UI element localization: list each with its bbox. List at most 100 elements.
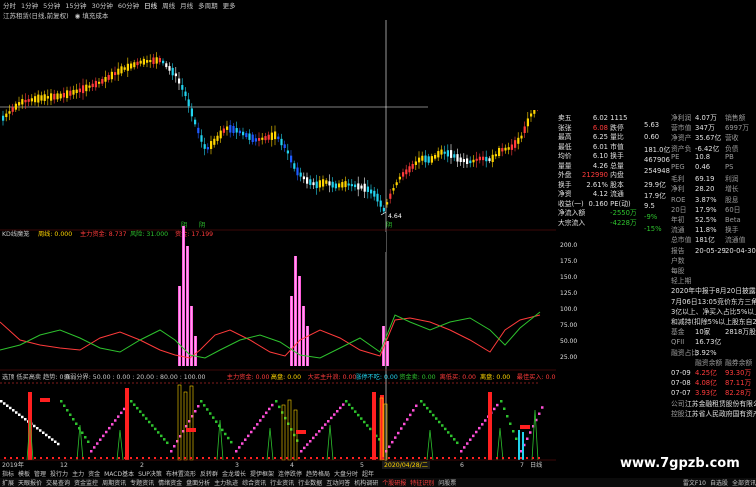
- x-tick-label: 2: [140, 462, 144, 469]
- candle-body: [82, 85, 85, 94]
- info-tab[interactable]: 问股票: [438, 478, 456, 487]
- ind2-step: [460, 450, 463, 453]
- stock-title: 江苏租赁(日线,前复权): [3, 12, 69, 20]
- indicator-tab[interactable]: SUP决策: [138, 469, 162, 478]
- info-tab[interactable]: 行业资讯: [270, 478, 294, 487]
- indicator2-legend: 选顶 低买高卖 趋势: 0.0强弱分界: 50.00 : 0.00 : 20.0…: [2, 373, 556, 381]
- indicator-tab[interactable]: MACD基本: [104, 469, 134, 478]
- info-tab[interactable]: 情绪资金: [158, 478, 182, 487]
- fundamental-row-cell: PEG: [671, 163, 685, 171]
- ind2-dot: [70, 457, 72, 459]
- candle-body: [472, 159, 475, 163]
- ind2-dot: [178, 457, 180, 459]
- period-tab-multi[interactable]: 多周期: [198, 0, 218, 10]
- candle-body: [376, 193, 379, 202]
- company-row-cell: 江苏金融租赁股份有限公司: [685, 399, 756, 408]
- indicator-tab[interactable]: 布林置流形: [166, 469, 196, 478]
- ind2-step: [262, 415, 265, 418]
- fundamental-row-cell: 35.67亿: [695, 134, 722, 143]
- flow-header: 融资余额 融券余额: [671, 357, 755, 367]
- info-tab[interactable]: 互动问答: [326, 478, 350, 487]
- flow-header-cell: 融资余额: [695, 358, 723, 367]
- info-tab[interactable]: 主力轨迹: [214, 478, 238, 487]
- period-tab-intraday[interactable]: 分时: [3, 0, 16, 10]
- ind2-step: [241, 442, 244, 445]
- ind2-dot: [238, 457, 240, 459]
- info-tab-right[interactable]: 雷文F10: [683, 478, 706, 487]
- quote-label: 张张: [558, 123, 572, 132]
- ind2-step: [163, 438, 166, 441]
- quote-label: 最低: [558, 142, 572, 151]
- indicator-tab[interactable]: 主力: [72, 469, 84, 478]
- fund-row-cell: 2818万股: [725, 328, 756, 337]
- indicator-tab[interactable]: 资金: [88, 469, 100, 478]
- indicator-tab[interactable]: 超年: [362, 469, 374, 478]
- cost-fill-toggle[interactable]: ◉ 填充成本: [75, 10, 109, 20]
- info-tab-right[interactable]: 自选股: [710, 478, 728, 487]
- ind2-dot: [268, 457, 270, 459]
- ind2-dot: [346, 457, 348, 459]
- ind2-step: [51, 438, 54, 441]
- ind2-tag: [520, 425, 530, 429]
- period-tab-15m[interactable]: 15分钟: [65, 0, 86, 10]
- fundamental-row-cell: 净利润: [671, 114, 692, 122]
- period-tab-more[interactable]: 更多: [223, 0, 236, 10]
- indicator-tab[interactable]: 趋势格局: [306, 469, 330, 478]
- ind2-dot: [376, 457, 378, 459]
- info-tab[interactable]: 交易查询: [46, 478, 70, 487]
- candle-body: [222, 128, 225, 133]
- info-tab[interactable]: 综合资讯: [242, 478, 266, 487]
- info-tab[interactable]: 盘面分析: [186, 478, 210, 487]
- indicator-tab[interactable]: 连停跌停: [278, 469, 302, 478]
- info-tab[interactable]: 个股研报: [382, 478, 406, 487]
- ind2-step: [24, 418, 27, 421]
- info-tab[interactable]: 周期资讯: [102, 478, 126, 487]
- fundamental-row-cell: 股息: [725, 195, 739, 204]
- ind1-bar-highlight: [302, 306, 305, 366]
- ind2-dot: [412, 457, 414, 459]
- ind2-legend-item: 主力资金: 0.00: [227, 373, 270, 381]
- candle-body: [466, 158, 469, 164]
- fundamental-row-cell: ROE: [671, 195, 686, 204]
- quote-row: 最低 6.01 市值: [558, 141, 624, 151]
- period-tab-30m[interactable]: 30分钟: [92, 0, 113, 10]
- period-tab-60m[interactable]: 60分钟: [118, 0, 139, 10]
- info-tab[interactable]: 机构调研: [354, 478, 378, 487]
- ind1-y-tick: 125.0: [560, 290, 578, 297]
- period-tab-1m[interactable]: 1分钟: [21, 0, 38, 10]
- candle-body: [459, 157, 462, 163]
- ind2-step: [484, 419, 487, 422]
- info-tab[interactable]: 特征识别: [410, 478, 434, 487]
- indicator-tab[interactable]: 指标: [2, 469, 14, 478]
- ind2-dot: [292, 457, 294, 459]
- info-tab[interactable]: 专题资讯: [130, 478, 154, 487]
- indicator-tab[interactable]: 大盘分时: [334, 469, 358, 478]
- ind2-dot: [340, 457, 342, 459]
- quote-label: 净流入额: [558, 209, 586, 217]
- ind2-step: [432, 413, 435, 417]
- info-tab-right[interactable]: 全部资讯: [732, 478, 756, 487]
- indicator-tab[interactable]: 管理: [34, 469, 46, 478]
- info-tab[interactable]: 资金监控: [74, 478, 98, 487]
- ind2-step: [444, 427, 447, 431]
- ind2-dot: [202, 457, 204, 459]
- info-tab[interactable]: 行业数据: [298, 478, 322, 487]
- indicator-tab[interactable]: 模板: [18, 469, 30, 478]
- company-row: 公司江苏金融租赁股份有限公司: [671, 398, 756, 408]
- flow-row-cell: 93.30万: [725, 369, 752, 377]
- period-tab-weekly[interactable]: 周线: [162, 0, 175, 10]
- period-tab-5m[interactable]: 5分钟: [43, 0, 60, 10]
- indicator-tab[interactable]: 反转群: [200, 469, 218, 478]
- indicator-tab[interactable]: 金龙增长: [222, 469, 246, 478]
- indicator-tab[interactable]: 提伊框架: [250, 469, 274, 478]
- candle-body: [318, 180, 321, 188]
- info-tab[interactable]: 扩展: [2, 478, 14, 487]
- candle-body: [411, 164, 414, 169]
- period-tab-daily[interactable]: 日线: [144, 0, 157, 10]
- indicator-tab[interactable]: 投行力: [50, 469, 68, 478]
- ind2-dot: [352, 457, 354, 459]
- period-tab-monthly[interactable]: 月线: [180, 0, 193, 10]
- ind2-step: [221, 428, 224, 432]
- info-tab[interactable]: 天眼报价: [18, 478, 42, 487]
- x-axis: 2019年 12 2 3 4 5 6 7: [2, 461, 524, 469]
